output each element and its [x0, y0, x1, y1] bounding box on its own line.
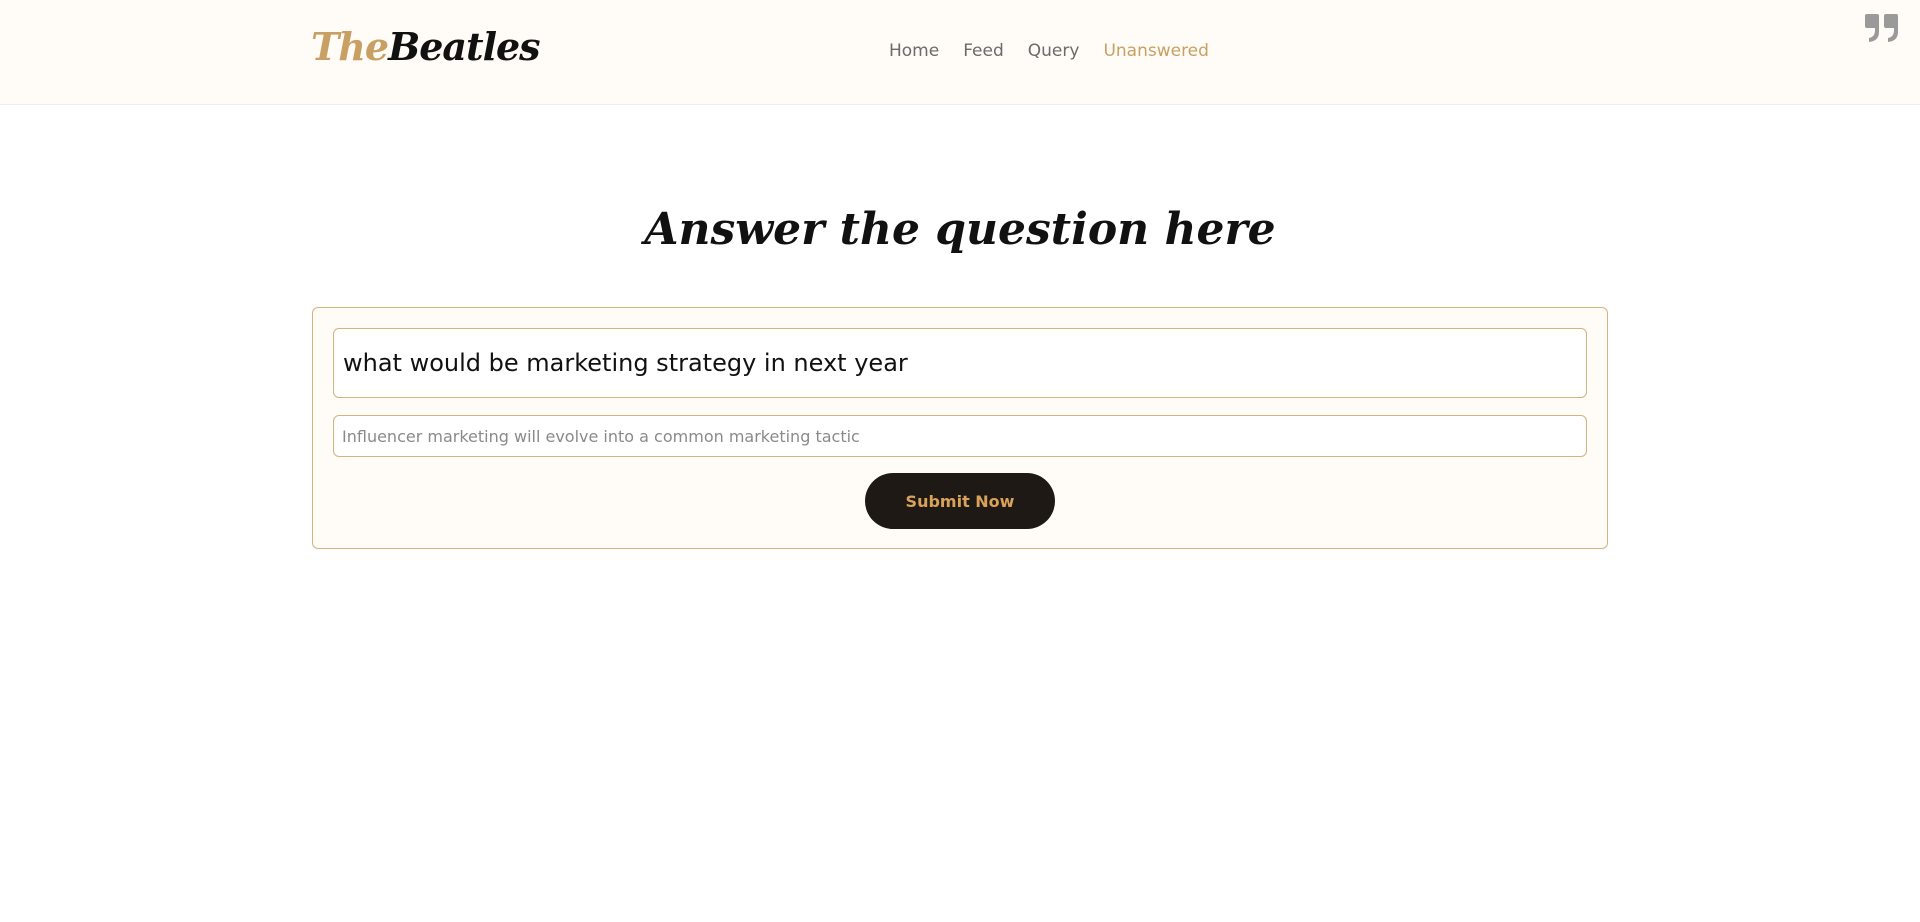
nav-feed-link[interactable]: Feed: [963, 41, 1004, 61]
answer-form: what would be marketing strategy in next…: [312, 307, 1608, 549]
answer-input[interactable]: [333, 415, 1587, 457]
question-text: what would be marketing strategy in next…: [333, 328, 1587, 398]
logo-part-the: The: [311, 24, 389, 69]
page-title: Answer the question here: [644, 204, 1276, 255]
quote-icon[interactable]: [1864, 12, 1900, 44]
nav-home-link[interactable]: Home: [889, 41, 939, 61]
site-header: TheBeatles Home Feed Query Unanswered: [0, 0, 1920, 105]
submit-button[interactable]: Submit Now: [865, 473, 1055, 529]
nav-query-link[interactable]: Query: [1028, 41, 1080, 61]
nav-unanswered-link[interactable]: Unanswered: [1103, 41, 1209, 61]
site-logo[interactable]: TheBeatles: [311, 22, 541, 72]
logo-part-beatles: Beatles: [388, 24, 540, 69]
main-nav: Home Feed Query Unanswered: [889, 38, 1209, 64]
